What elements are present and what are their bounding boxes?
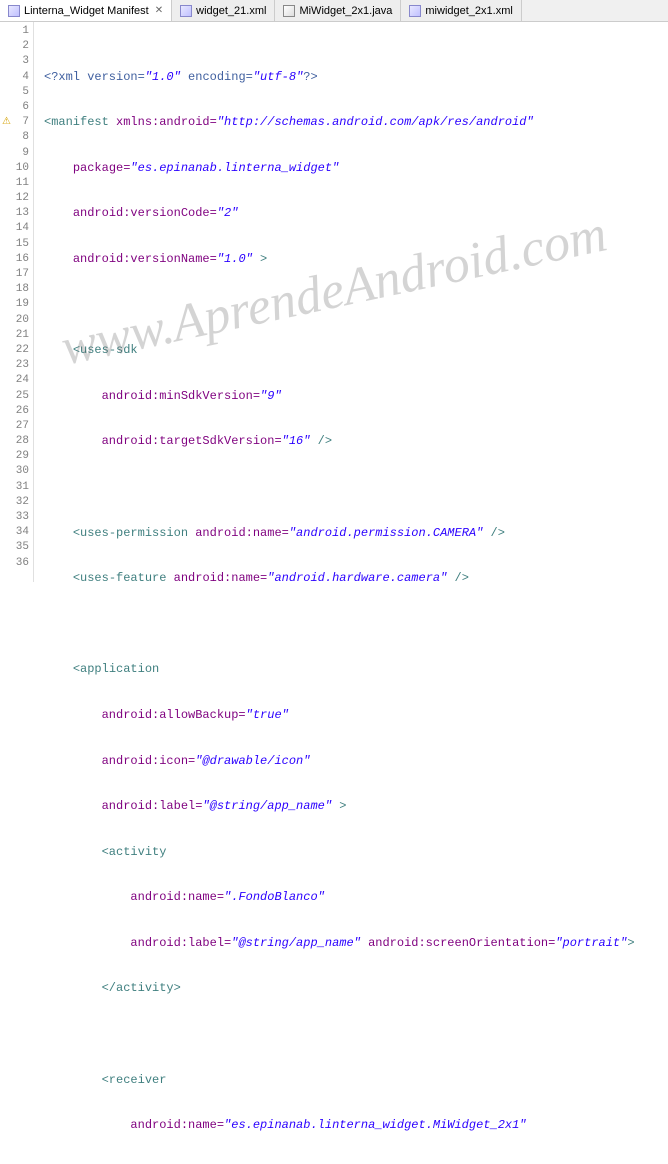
- tab-label: widget_21.xml: [196, 5, 266, 17]
- tab-widget21[interactable]: widget_21.xml: [172, 0, 275, 21]
- close-icon[interactable]: ✕: [155, 5, 163, 16]
- tab-manifest[interactable]: Linterna_Widget Manifest ✕: [0, 0, 172, 21]
- code-area[interactable]: <?xml version="1.0" encoding="utf-8"?> <…: [34, 22, 668, 582]
- tab-miwidget-xml[interactable]: miwidget_2x1.xml: [401, 0, 521, 21]
- xml-icon: [8, 5, 20, 17]
- tab-bar: Linterna_Widget Manifest✕ widget_21.xml …: [0, 0, 668, 22]
- tab-label: MiWidget_2x1.java: [299, 5, 392, 17]
- tab-miwidget-java[interactable]: MiWidget_2x1.java: [275, 0, 401, 21]
- line-gutter: 1234567891011121314151617181920212223242…: [0, 22, 34, 582]
- tab-label: miwidget_2x1.xml: [425, 5, 512, 17]
- tab-label: Linterna_Widget Manifest: [24, 5, 149, 17]
- xml-icon: [180, 5, 192, 17]
- code-editor[interactable]: 1234567891011121314151617181920212223242…: [0, 22, 668, 582]
- java-icon: [283, 5, 295, 17]
- xml-icon: [409, 5, 421, 17]
